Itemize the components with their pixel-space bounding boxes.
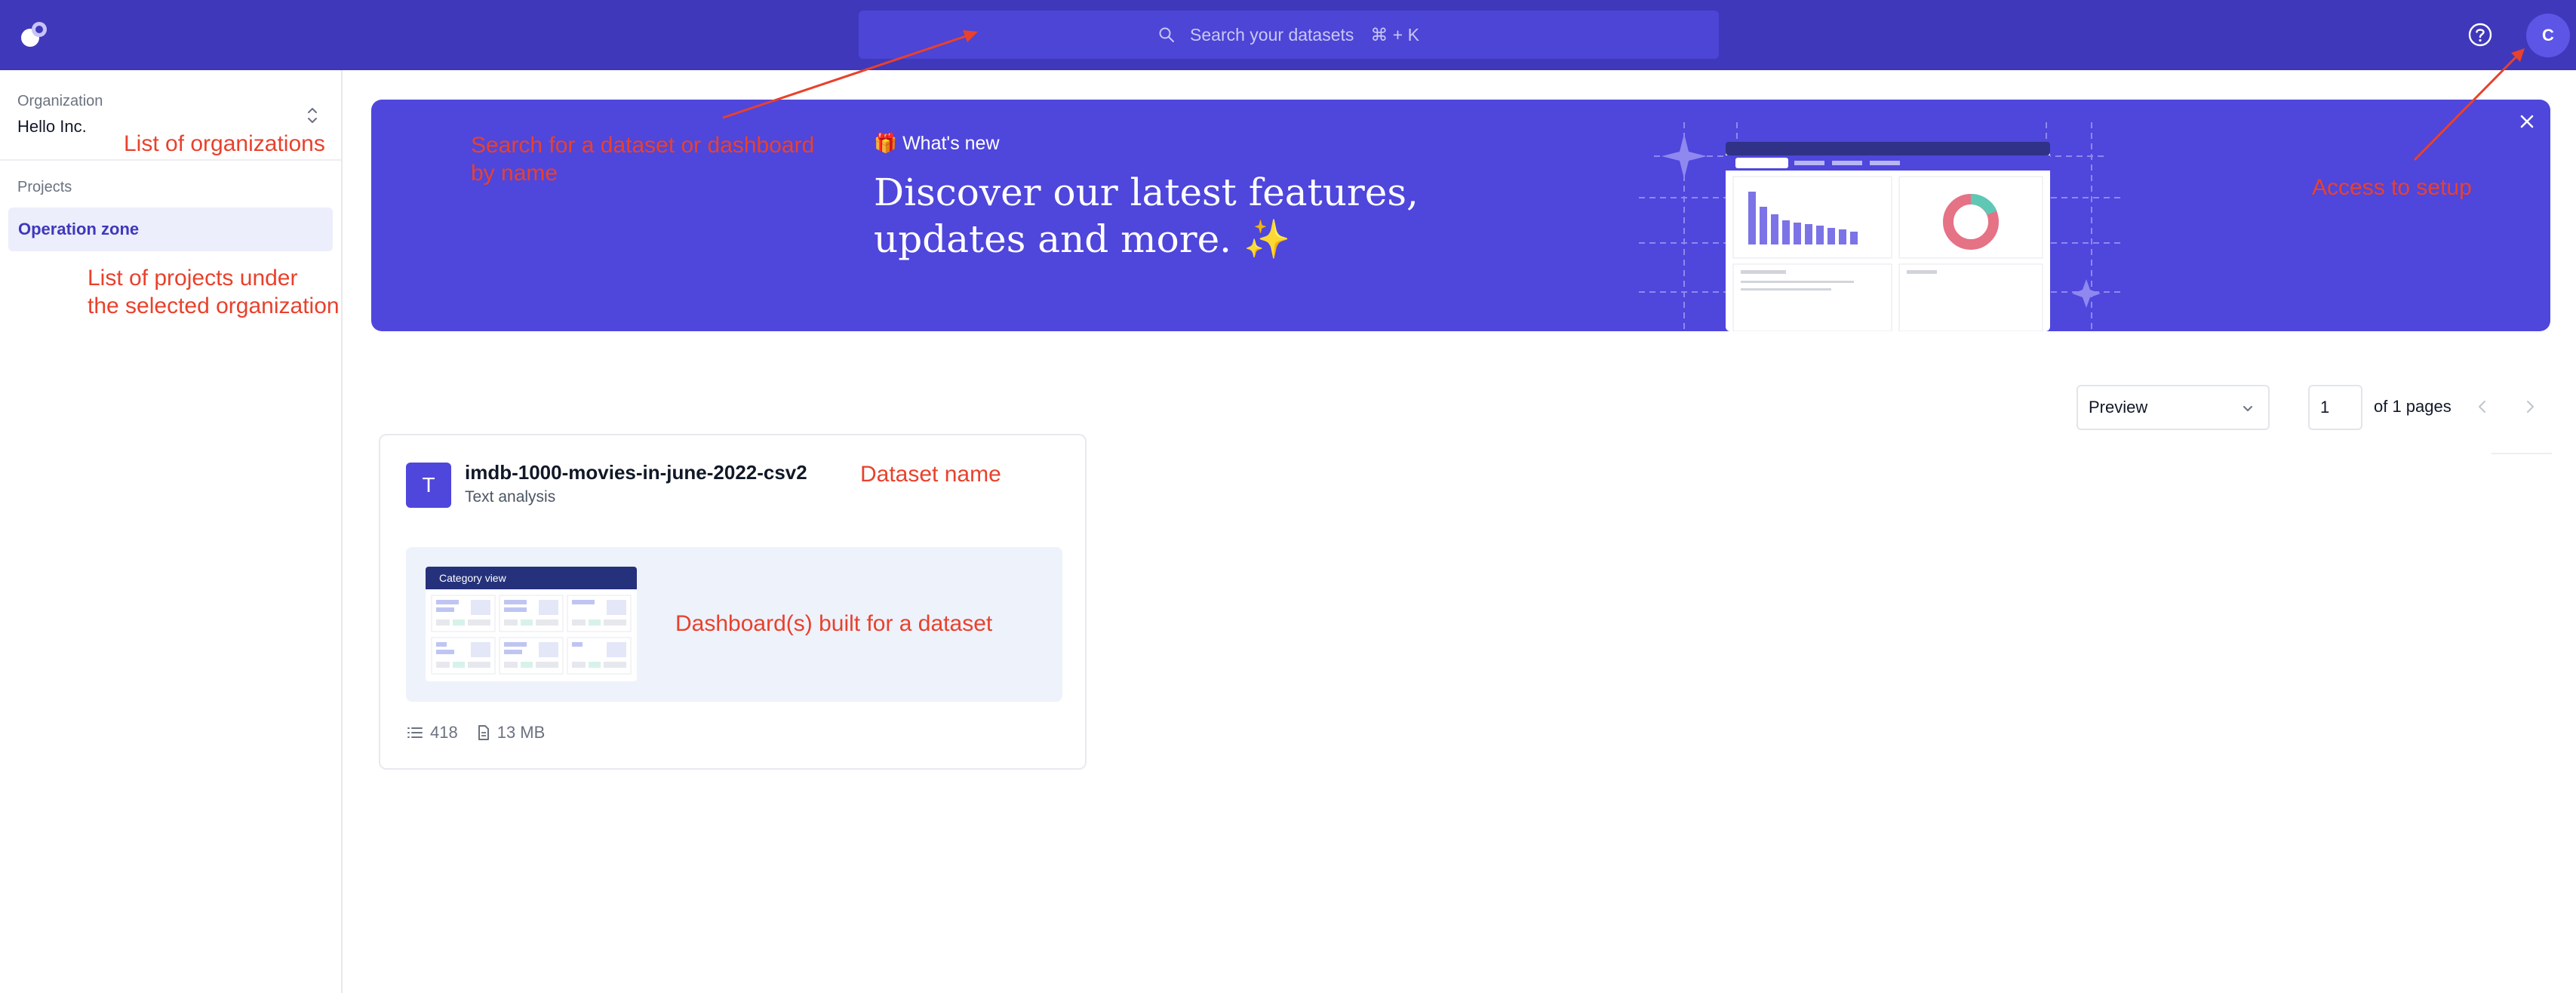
annotation-dashboards: Dashboard(s) built for a dataset bbox=[675, 611, 993, 636]
annotation-projects-line2: the selected organization bbox=[88, 294, 340, 318]
sidebar-divider bbox=[0, 159, 341, 161]
user-avatar-button[interactable]: C bbox=[2526, 14, 2570, 57]
annotation-search-line2: by name bbox=[471, 161, 558, 186]
organization-label: Organization bbox=[17, 93, 103, 109]
dataset-meta: 418 13 MB bbox=[406, 723, 545, 742]
banner-headline-line2: updates and more. ✨ bbox=[874, 217, 1291, 261]
whats-new-label: 🎁 What's new bbox=[874, 133, 1000, 154]
page-count-text: of 1 pages bbox=[2374, 397, 2452, 416]
file-icon bbox=[478, 725, 489, 740]
banner-product-illustration bbox=[1639, 122, 2122, 331]
annotation-projects-line1: List of projects under bbox=[88, 266, 298, 291]
dataset-file-size: 13 MB bbox=[496, 723, 546, 742]
dataset-type-tile: T bbox=[406, 463, 451, 508]
dashboard-preview-graphic bbox=[431, 595, 632, 675]
annotation-search: Search for a dataset or dashboard by nam… bbox=[471, 131, 814, 187]
sidebar: Organization Hello Inc. Projects Operati… bbox=[0, 70, 343, 993]
close-icon[interactable] bbox=[2517, 112, 2537, 131]
annotation-dataset-name: Dataset name bbox=[860, 462, 1001, 487]
search-placeholder: Search your datasets bbox=[1190, 24, 1354, 45]
top-bar: Search your datasets ⌘ + K C bbox=[0, 0, 2576, 70]
search-shortcut: ⌘ + K bbox=[1370, 24, 1419, 45]
chevron-right-icon[interactable] bbox=[2521, 395, 2539, 418]
search-bar[interactable]: Search your datasets ⌘ + K bbox=[859, 11, 1719, 59]
dashboard-thumbnail[interactable]: Category view bbox=[426, 567, 637, 681]
pagination-divider bbox=[2491, 453, 2552, 454]
app-logo-icon[interactable] bbox=[20, 20, 50, 50]
annotation-organizations: List of organizations bbox=[124, 131, 325, 156]
view-select-value: Preview bbox=[2089, 398, 2148, 417]
banner-headline: Discover our latest features, updates an… bbox=[874, 169, 1419, 263]
annotation-search-line1: Search for a dataset or dashboard bbox=[471, 133, 815, 158]
dataset-name[interactable]: imdb-1000-movies-in-june-2022-csv2 bbox=[465, 461, 807, 484]
help-circle-icon[interactable] bbox=[2467, 22, 2493, 48]
dataset-row-count: 418 bbox=[430, 723, 458, 742]
chevron-up-down-icon[interactable] bbox=[305, 103, 320, 128]
view-select[interactable]: Preview bbox=[2076, 385, 2270, 430]
organization-selector[interactable]: Hello Inc. bbox=[17, 117, 87, 137]
annotation-projects: List of projects under the selected orga… bbox=[88, 264, 340, 320]
list-icon bbox=[407, 727, 423, 738]
chevron-down-icon bbox=[2243, 406, 2252, 411]
dataset-type: Text analysis bbox=[465, 488, 556, 506]
banner-headline-line1: Discover our latest features, bbox=[874, 171, 1419, 214]
page-number-input[interactable]: 1 bbox=[2308, 385, 2362, 430]
chevron-left-icon[interactable] bbox=[2473, 395, 2491, 418]
sidebar-item-operation-zone[interactable]: Operation zone bbox=[8, 208, 333, 251]
annotation-setup: Access to setup bbox=[2312, 175, 2472, 200]
projects-label: Projects bbox=[17, 179, 72, 195]
dashboard-title: Category view bbox=[426, 567, 637, 589]
search-icon bbox=[1159, 27, 1175, 42]
